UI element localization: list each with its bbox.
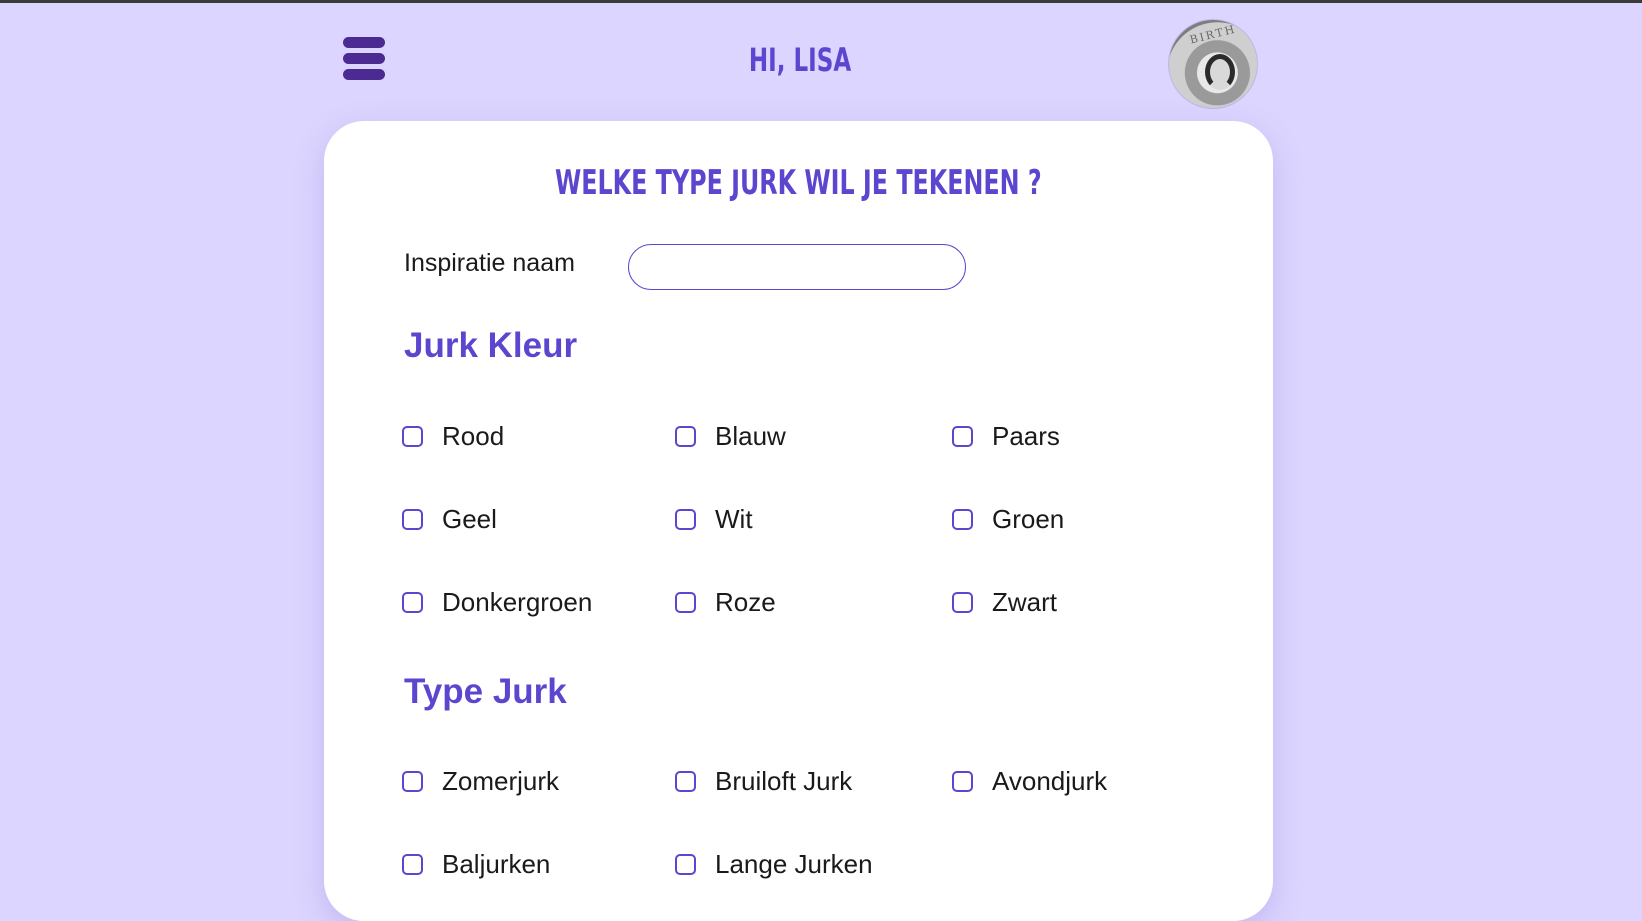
option-paars[interactable]: Paars bbox=[952, 421, 1060, 451]
option-zwart[interactable]: Zwart bbox=[952, 587, 1057, 617]
checkbox[interactable] bbox=[675, 853, 696, 875]
checkbox[interactable] bbox=[952, 508, 973, 530]
checkbox[interactable] bbox=[675, 591, 696, 613]
form-title: WELKE TYPE JURK WIL JE TEKENEN ? bbox=[555, 163, 1042, 203]
option-label: Groen bbox=[992, 503, 1065, 534]
option-donkergroen[interactable]: Donkergroen bbox=[402, 587, 592, 617]
section-heading-type-jurk: Type Jurk bbox=[404, 672, 567, 711]
option-label: Blauw bbox=[715, 420, 786, 451]
option-label: Wit bbox=[715, 503, 753, 534]
option-avondjurk[interactable]: Avondjurk bbox=[952, 766, 1107, 796]
checkbox[interactable] bbox=[952, 591, 973, 613]
option-rood[interactable]: Rood bbox=[402, 421, 504, 451]
section-heading-jurk-kleur: Jurk Kleur bbox=[404, 326, 578, 365]
avatar[interactable]: BIRTH bbox=[1168, 19, 1258, 109]
checkbox[interactable] bbox=[402, 770, 423, 792]
checkbox[interactable] bbox=[402, 508, 423, 530]
option-blauw[interactable]: Blauw bbox=[675, 421, 786, 451]
checkbox[interactable] bbox=[675, 425, 696, 447]
option-label: Zomerjurk bbox=[442, 765, 560, 796]
form-card: WELKE TYPE JURK WIL JE TEKENEN ? Inspira… bbox=[324, 121, 1273, 921]
option-lange-jurken[interactable]: Lange Jurken bbox=[675, 849, 873, 879]
checkbox[interactable] bbox=[402, 853, 423, 875]
inspiration-name-input[interactable] bbox=[628, 244, 966, 290]
option-label: Roze bbox=[715, 586, 776, 617]
option-baljurken[interactable]: Baljurken bbox=[402, 849, 550, 879]
checkbox[interactable] bbox=[952, 425, 973, 447]
checkbox[interactable] bbox=[952, 770, 973, 792]
option-wit[interactable]: Wit bbox=[675, 504, 753, 534]
option-bruiloft-jurk[interactable]: Bruiloft Jurk bbox=[675, 766, 852, 796]
option-label: Baljurken bbox=[442, 848, 551, 879]
option-label: Geel bbox=[442, 503, 497, 534]
option-roze[interactable]: Roze bbox=[675, 587, 776, 617]
option-label: Rood bbox=[442, 420, 505, 451]
option-label: Zwart bbox=[992, 586, 1057, 617]
page-header: HI, LISA BIRTH bbox=[0, 3, 1642, 113]
option-label: Avondjurk bbox=[992, 765, 1108, 796]
option-groen[interactable]: Groen bbox=[952, 504, 1064, 534]
option-label: Lange Jurken bbox=[715, 848, 873, 879]
option-label: Donkergroen bbox=[442, 586, 593, 617]
avatar-person-image bbox=[1205, 54, 1235, 90]
checkbox[interactable] bbox=[402, 591, 423, 613]
inspiration-name-label: Inspiratie naam bbox=[404, 249, 575, 277]
option-label: Paars bbox=[992, 420, 1060, 451]
avatar-banner-text: BIRTH bbox=[1188, 22, 1238, 47]
checkbox[interactable] bbox=[402, 425, 423, 447]
checkbox[interactable] bbox=[675, 508, 696, 530]
checkbox[interactable] bbox=[675, 770, 696, 792]
option-label: Bruiloft Jurk bbox=[715, 765, 853, 796]
option-zomerjurk[interactable]: Zomerjurk bbox=[402, 766, 559, 796]
option-geel[interactable]: Geel bbox=[402, 504, 497, 534]
